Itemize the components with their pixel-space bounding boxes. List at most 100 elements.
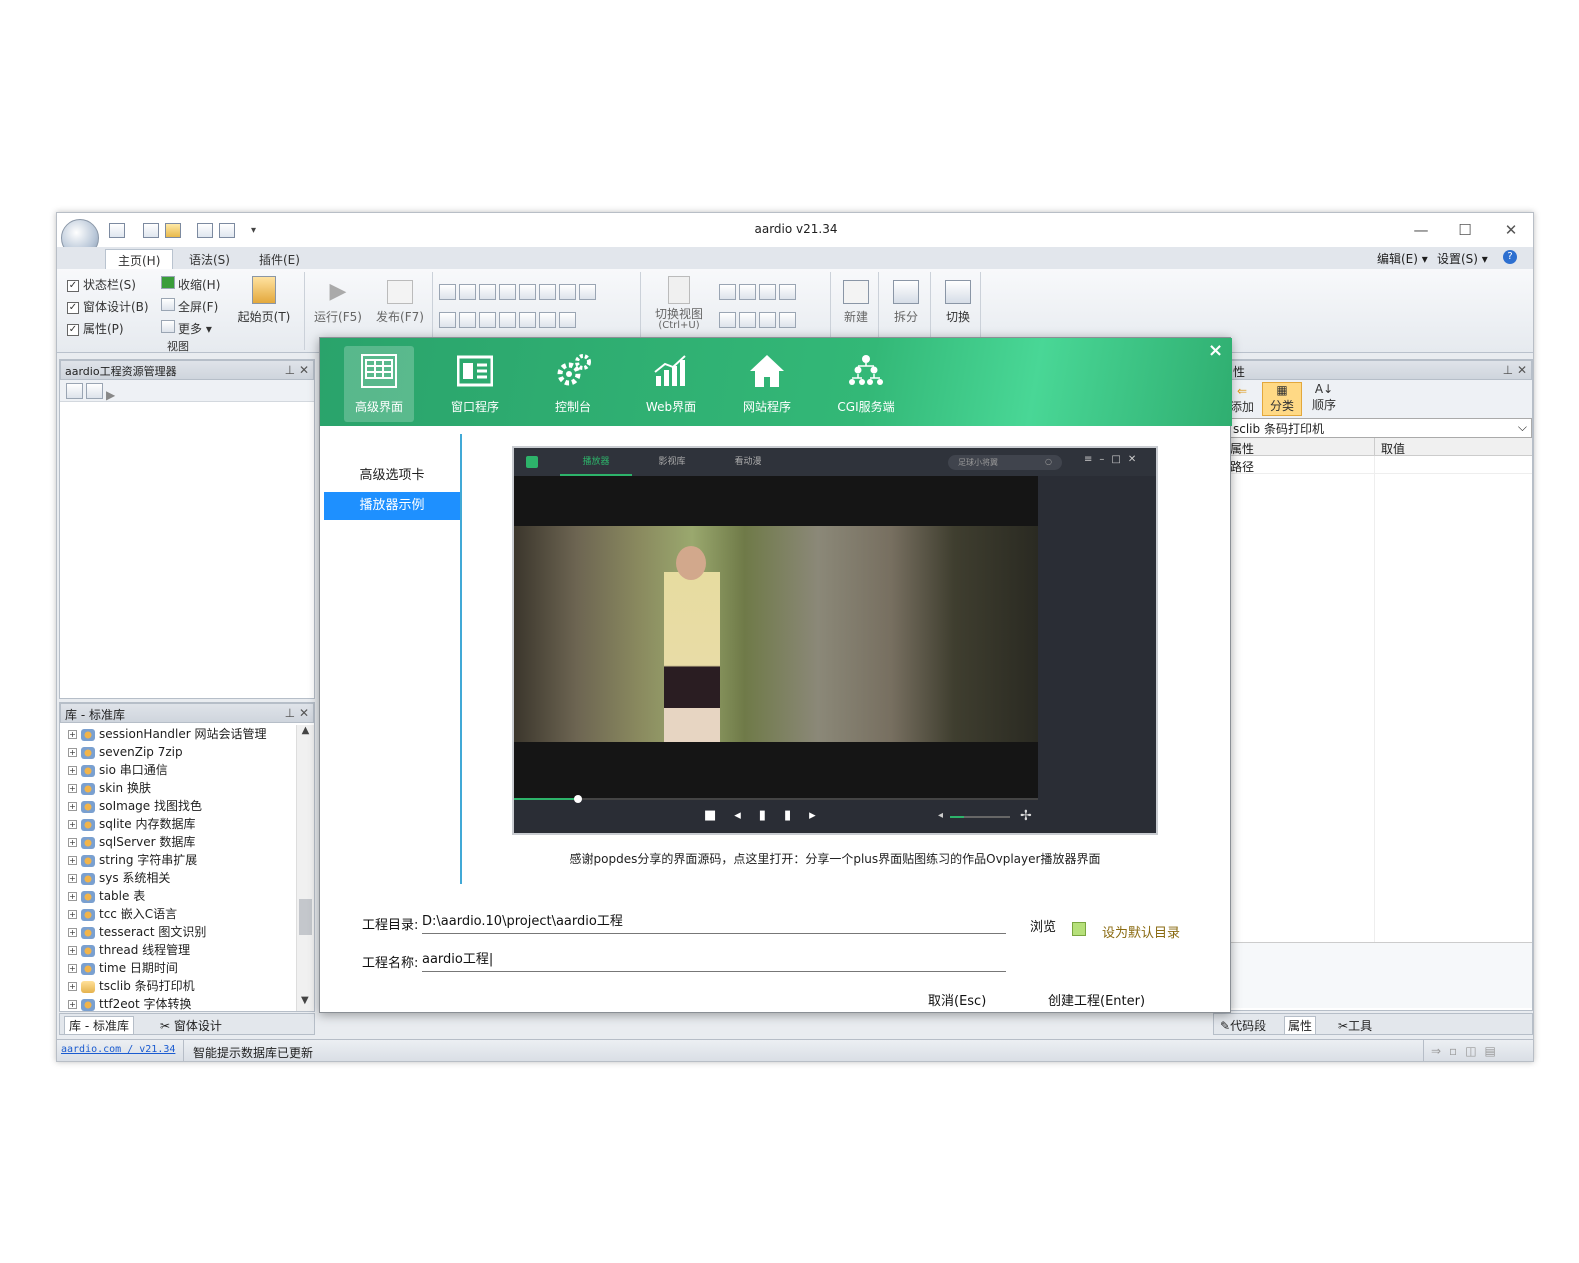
progress-track[interactable] bbox=[514, 798, 1038, 800]
player-window-controls[interactable]: ≡–□✕ bbox=[1084, 454, 1143, 465]
new-file-icon[interactable] bbox=[109, 223, 125, 238]
copy-icon[interactable] bbox=[459, 284, 476, 300]
list-item[interactable]: + soImage 找图找色 bbox=[60, 797, 296, 815]
tab-home[interactable]: 主页(H) bbox=[105, 249, 174, 269]
expand-icon[interactable]: + bbox=[68, 982, 77, 991]
maximize-button[interactable]: ☐ bbox=[1447, 217, 1483, 243]
find-icon[interactable] bbox=[499, 312, 516, 328]
outdent-icon[interactable] bbox=[539, 284, 556, 300]
quick-access-dropdown-icon[interactable]: ▾ bbox=[251, 225, 256, 236]
default-dir-checkbox[interactable] bbox=[1072, 922, 1086, 936]
list-item[interactable]: + ttf2eot 字体转换 bbox=[60, 995, 296, 1011]
expand-icon[interactable]: + bbox=[68, 928, 77, 937]
tab-syntax[interactable]: 语法(S) bbox=[177, 249, 242, 269]
list-item[interactable]: + thread 线程管理 bbox=[60, 941, 296, 959]
paste-icon[interactable] bbox=[479, 284, 496, 300]
layout-icon[interactable] bbox=[719, 284, 736, 300]
list-item[interactable]: + tsclib 条码打印机 bbox=[60, 977, 296, 995]
redo-icon[interactable] bbox=[539, 312, 556, 328]
cancel-button[interactable]: 取消(Esc) bbox=[928, 990, 986, 1009]
minimize-button[interactable]: — bbox=[1403, 217, 1439, 243]
properties-pin-icon[interactable]: ⊥ ✕ bbox=[1503, 363, 1527, 377]
list-item[interactable]: + tcc 嵌入C语言 bbox=[60, 905, 296, 923]
side-item-advanced-tabs[interactable]: 高级选项卡 bbox=[324, 462, 460, 490]
expand-icon[interactable]: + bbox=[68, 730, 77, 739]
scroll-thumb[interactable] bbox=[299, 899, 312, 935]
open-project-icon[interactable] bbox=[66, 383, 83, 399]
bookmark-icon[interactable] bbox=[459, 312, 476, 328]
fullscreen-button[interactable]: 全屏(F) bbox=[161, 298, 218, 315]
status-tool-icons[interactable]: ⇒▫◫▤ bbox=[1431, 1044, 1504, 1058]
frame2-icon[interactable] bbox=[719, 312, 736, 328]
save-icon[interactable] bbox=[197, 223, 213, 238]
binoculars-icon[interactable] bbox=[559, 312, 576, 328]
progress-thumb[interactable] bbox=[574, 795, 582, 803]
run-project-icon[interactable]: ▶ bbox=[106, 388, 115, 402]
tab-cgi-server[interactable]: CGI服务端 bbox=[826, 346, 906, 422]
comment-icon[interactable] bbox=[559, 284, 576, 300]
dir-input[interactable]: D:\aardio.10\project\aardio工程 bbox=[422, 910, 1006, 934]
tab-web-ui[interactable]: Web界面 bbox=[636, 346, 706, 422]
player-search-input[interactable]: 足球小将翼 ○ bbox=[948, 455, 1062, 470]
list-item[interactable]: + time 日期时间 bbox=[60, 959, 296, 977]
edit-menu[interactable]: 编辑(E) ▾ bbox=[1377, 250, 1428, 267]
volume-slider[interactable] bbox=[950, 816, 1010, 818]
expand-icon[interactable]: + bbox=[68, 1000, 77, 1009]
list-item[interactable]: + sevenZip 7zip bbox=[60, 743, 296, 761]
player-tab-library[interactable]: 影视库 bbox=[642, 448, 702, 476]
add-button[interactable]: ⇐ 添加 bbox=[1230, 384, 1254, 415]
expand-icon[interactable]: + bbox=[68, 874, 77, 883]
collapse-button[interactable]: 收缩(H) bbox=[161, 276, 220, 293]
player-preview[interactable]: 播放器 影视库 看动漫 足球小将翼 ○ ≡–□✕ ■◂▮▮▸ ◂ ✢ bbox=[512, 446, 1158, 835]
default-dir-label[interactable]: 设为默认目录 bbox=[1102, 922, 1180, 941]
expand-icon[interactable]: + bbox=[68, 820, 77, 829]
expand-icon[interactable]: + bbox=[68, 892, 77, 901]
fullscreen-icon[interactable]: ✢ bbox=[1020, 808, 1032, 824]
player-tab-player[interactable]: 播放器 bbox=[560, 448, 632, 476]
tab-library[interactable]: 库 - 标准库 bbox=[64, 1016, 134, 1035]
settings-menu[interactable]: 设置(S) ▾ bbox=[1437, 250, 1488, 267]
grid-icon[interactable] bbox=[739, 312, 756, 328]
start-page-button[interactable]: 起始页(T) bbox=[231, 276, 297, 325]
expand-icon[interactable]: + bbox=[68, 802, 77, 811]
browse-button[interactable]: 浏览 bbox=[1030, 916, 1056, 935]
video-area[interactable] bbox=[514, 476, 1038, 798]
list-item[interactable]: + tesseract 图文识别 bbox=[60, 923, 296, 941]
library-scrollbar[interactable]: ▲ ▼ bbox=[296, 725, 314, 1011]
tab-advanced-ui[interactable]: 高级界面 bbox=[344, 346, 414, 422]
new-button[interactable]: 新建 bbox=[835, 280, 877, 325]
expand-icon[interactable]: + bbox=[68, 784, 77, 793]
print-icon[interactable] bbox=[739, 284, 756, 300]
tab-plugins[interactable]: 插件(E) bbox=[247, 249, 312, 269]
save-all-icon[interactable] bbox=[219, 223, 235, 238]
new-window-icon[interactable] bbox=[143, 223, 159, 238]
category-button[interactable]: ▦ 分类 bbox=[1262, 382, 1302, 416]
expand-icon[interactable]: + bbox=[68, 838, 77, 847]
switch-view-button[interactable]: 切换视图 (Ctrl+U) bbox=[647, 276, 711, 331]
order-button[interactable]: A↓ 顺序 bbox=[1312, 382, 1336, 413]
tab-window-program[interactable]: 窗口程序 bbox=[440, 346, 510, 422]
scroll-up-icon[interactable]: ▲ bbox=[297, 725, 314, 736]
indent-icon[interactable] bbox=[519, 284, 536, 300]
explorer-pin-icon[interactable]: ⊥ ✕ bbox=[285, 363, 309, 377]
tab-tools[interactable]: ✂工具 bbox=[1338, 1017, 1372, 1034]
pin-icon[interactable] bbox=[759, 312, 776, 328]
tab-form-design[interactable]: ✂ 窗体设计 bbox=[160, 1017, 222, 1034]
expand-icon[interactable]: + bbox=[68, 748, 77, 757]
scroll-down-icon[interactable]: ▼ bbox=[301, 995, 309, 1006]
close-button[interactable]: ✕ bbox=[1493, 217, 1529, 243]
switch-button[interactable]: 切换 bbox=[937, 280, 979, 325]
uncomment-icon[interactable] bbox=[579, 284, 596, 300]
list-item[interactable]: + sio 串口通信 bbox=[60, 761, 296, 779]
expand-icon[interactable]: + bbox=[68, 910, 77, 919]
list-item[interactable]: + sessionHandler 网站会话管理 bbox=[60, 725, 296, 743]
tab-console[interactable]: 控制台 bbox=[538, 346, 608, 422]
split-button[interactable]: 拆分 bbox=[885, 280, 927, 325]
playback-controls[interactable]: ■◂▮▮▸ bbox=[704, 808, 834, 823]
create-project-button[interactable]: 创建工程(Enter) bbox=[1048, 990, 1145, 1009]
dialog-close-icon[interactable]: × bbox=[1208, 340, 1223, 361]
properties-row[interactable]: 路径 bbox=[1228, 456, 1532, 996]
form-design-checkbox[interactable]: ✓ 窗体设计(B) bbox=[67, 298, 149, 315]
run-button[interactable]: ▶ 运行(F5) bbox=[309, 280, 367, 325]
more-button[interactable]: 更多 ▾ bbox=[161, 320, 212, 337]
